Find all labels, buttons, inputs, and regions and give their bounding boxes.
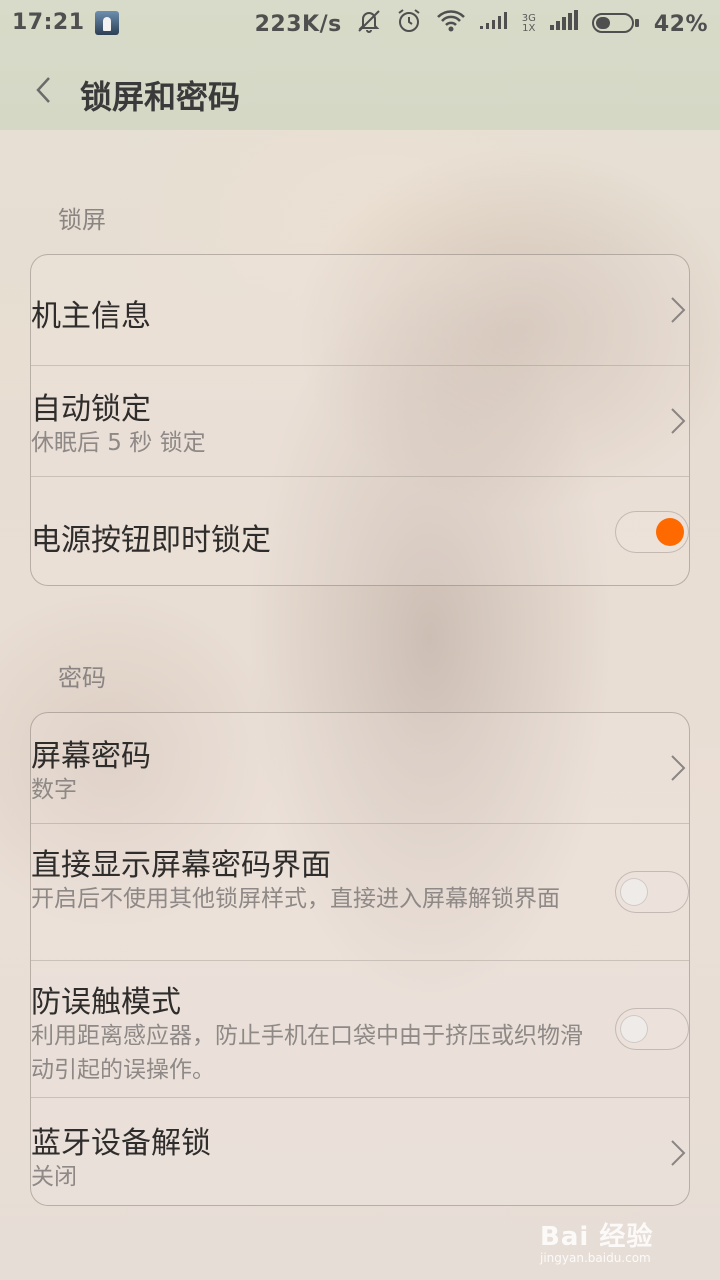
- chevron-right-icon: [671, 297, 686, 323]
- row-anti-mistouch[interactable]: 防误触模式 利用距离感应器，防止手机在口袋中由于挤压或织物滑动引起的误操作。: [31, 960, 689, 1097]
- section-label-lockscreen: 锁屏: [58, 206, 106, 234]
- battery-percent: 42%: [653, 11, 708, 37]
- chevron-right-icon: [671, 1140, 686, 1166]
- row-direct-password-screen[interactable]: 直接显示屏幕密码界面 开启后不使用其他锁屏样式，直接进入屏幕解锁界面: [31, 823, 689, 960]
- row-title: 屏幕密码: [31, 739, 151, 774]
- baidu-jingyan-watermark: Bai 经验 jingyan.baidu.com: [540, 1216, 680, 1265]
- status-bar: 17:21 223K/s 3G 1X 42%: [0, 0, 720, 52]
- watermark-sub: jingyan.baidu.com: [540, 1251, 651, 1265]
- row-subtitle: 休眠后 5 秒 锁定: [31, 430, 206, 456]
- header-bar: 锁屏和密码: [0, 52, 720, 130]
- row-subtitle: 数字: [31, 777, 77, 803]
- network-type-label: 3G 1X: [521, 13, 536, 34]
- toggle-knob: [656, 518, 684, 546]
- mute-vibrate-icon: [356, 8, 382, 40]
- row-owner-info[interactable]: 机主信息: [31, 255, 689, 365]
- notification-thumbnail-icon: [94, 10, 119, 35]
- lockscreen-card: 机主信息 自动锁定 休眠后 5 秒 锁定 电源按钮即时锁定: [30, 254, 690, 586]
- anti-mistouch-toggle[interactable]: [615, 1008, 689, 1050]
- power-lock-toggle[interactable]: [615, 511, 689, 553]
- row-title: 防误触模式: [31, 985, 181, 1020]
- row-auto-lock[interactable]: 自动锁定 休眠后 5 秒 锁定: [31, 365, 689, 476]
- row-title: 自动锁定: [31, 392, 151, 427]
- section-label-password: 密码: [58, 664, 106, 692]
- row-title: 直接显示屏幕密码界面: [31, 848, 331, 883]
- chevron-right-icon: [671, 755, 686, 781]
- cellular-signal-icon: [549, 10, 578, 38]
- signal-dots-icon: [479, 10, 508, 38]
- chevron-right-icon: [671, 408, 686, 434]
- battery-icon: [591, 13, 640, 35]
- row-bluetooth-unlock[interactable]: 蓝牙设备解锁 关闭: [31, 1097, 689, 1207]
- watermark-main: Bai 经验: [540, 1222, 654, 1252]
- status-time: 17:21: [12, 10, 85, 35]
- row-title: 机主信息: [31, 299, 151, 334]
- row-subtitle: 开启后不使用其他锁屏样式，直接进入屏幕解锁界面: [31, 886, 560, 912]
- row-screen-password[interactable]: 屏幕密码 数字: [31, 713, 689, 823]
- row-subtitle: 利用距离感应器，防止手机在口袋中由于挤压或织物滑动引起的误操作。: [31, 1023, 583, 1083]
- row-title: 蓝牙设备解锁: [31, 1126, 211, 1161]
- wifi-icon: [436, 9, 466, 39]
- back-button[interactable]: [26, 72, 62, 108]
- toggle-knob: [620, 1015, 648, 1043]
- chevron-left-icon: [36, 77, 50, 103]
- toggle-knob: [620, 878, 648, 906]
- password-card: 屏幕密码 数字 直接显示屏幕密码界面 开启后不使用其他锁屏样式，直接进入屏幕解锁…: [30, 712, 690, 1206]
- page-title: 锁屏和密码: [80, 78, 241, 116]
- direct-password-toggle[interactable]: [615, 871, 689, 913]
- alarm-clock-icon: [396, 8, 422, 40]
- row-power-button-lock[interactable]: 电源按钮即时锁定: [31, 476, 689, 587]
- row-subtitle: 关闭: [31, 1164, 77, 1190]
- row-title: 电源按钮即时锁定: [31, 523, 271, 558]
- network-speed: 223K/s: [254, 11, 342, 37]
